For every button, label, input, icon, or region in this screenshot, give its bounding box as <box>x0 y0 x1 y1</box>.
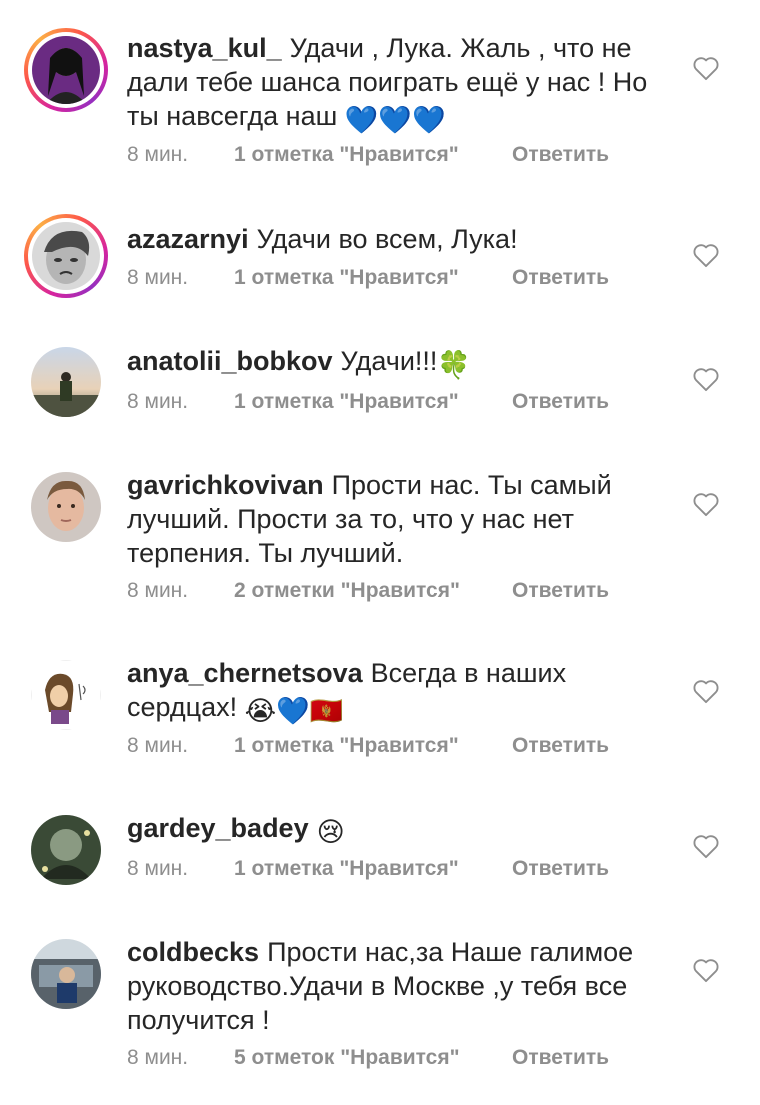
comment-time: 8 мин. <box>127 390 189 413</box>
comment-body: Удачи во всем, Лука! <box>256 224 518 254</box>
reply-button[interactable]: Ответить <box>512 857 609 881</box>
avatar <box>31 815 101 885</box>
comment-text: gardey_badey 😢 <box>127 811 672 849</box>
avatar <box>32 36 100 104</box>
comment-likes[interactable]: 5 отметок "Нравится" <box>234 1046 512 1070</box>
heart-outline-icon[interactable] <box>692 957 720 983</box>
emoji: 💙💙💙 <box>344 105 446 135</box>
comment-meta: 8 мин. 1 отметка "Нравится" Ответить <box>127 266 609 290</box>
avatar-wrapper[interactable] <box>24 653 108 737</box>
heart-outline-icon[interactable] <box>692 55 720 81</box>
avatar <box>31 939 101 1009</box>
comment-likes[interactable]: 1 отметка "Нравится" <box>234 857 512 881</box>
emoji: 😭💙🇲🇪 <box>244 696 344 726</box>
reply-button[interactable]: Ответить <box>512 734 609 758</box>
comment-meta: 8 мин. 5 отметок "Нравится" Ответить <box>127 1046 609 1070</box>
avatar <box>32 222 100 290</box>
reply-button[interactable]: Ответить <box>512 1046 609 1070</box>
avatar-story-ring[interactable] <box>24 28 108 112</box>
comment-text: anatolii_bobkov Удачи!!!🍀 <box>127 344 672 382</box>
comment-meta: 8 мин. 1 отметка "Нравится" Ответить <box>127 390 609 414</box>
comment-text: gavrichkovivan Прости нас. Ты самый лучши… <box>127 468 672 570</box>
comment-meta: 8 мин. 2 отметки "Нравится" Ответить <box>127 579 609 603</box>
comment-likes[interactable]: 1 отметка "Нравится" <box>234 266 512 290</box>
comment-username[interactable]: anatolii_bobkov <box>127 346 333 376</box>
comment-likes[interactable]: 1 отметка "Нравится" <box>234 143 512 167</box>
avatar-wrapper[interactable] <box>24 340 108 424</box>
comment-username[interactable]: nastya_kul_ <box>127 33 282 63</box>
comment-meta: 8 мин. 1 отметка "Нравится" Ответить <box>127 857 609 881</box>
comment-meta: 8 мин. 1 отметка "Нравится" Ответить <box>127 143 609 167</box>
comment-likes[interactable]: 1 отметка "Нравится" <box>234 390 512 414</box>
heart-outline-icon[interactable] <box>692 242 720 268</box>
comment-text: anya_chernetsova Всегда в наших сердцах! … <box>127 656 672 728</box>
heart-outline-icon[interactable] <box>692 491 720 517</box>
comment-username[interactable]: anya_chernetsova <box>127 658 363 688</box>
comment-username[interactable]: gardey_badey <box>127 813 309 843</box>
comment-time: 8 мин. <box>127 579 189 602</box>
comment-time: 8 мин. <box>127 266 189 289</box>
reply-button[interactable]: Ответить <box>512 143 609 167</box>
avatar <box>31 660 101 730</box>
heart-outline-icon[interactable] <box>692 678 720 704</box>
comment-time: 8 мин. <box>127 734 189 757</box>
comment-text: azazarnyi Удачи во всем, Лука! <box>127 222 672 256</box>
comment-body: Удачи!!! <box>340 346 438 376</box>
comment-likes[interactable]: 2 отметки "Нравится" <box>234 579 512 603</box>
reply-button[interactable]: Ответить <box>512 390 609 414</box>
reply-button[interactable]: Ответить <box>512 579 609 603</box>
comment-time: 8 мин. <box>127 1046 189 1069</box>
comment-likes[interactable]: 1 отметка "Нравится" <box>234 734 512 758</box>
comment-text: nastya_kul_ Удачи , Лука. Жаль , что не д… <box>127 31 672 137</box>
emoji: 😢 <box>316 817 345 847</box>
emoji: 🍀 <box>437 350 472 380</box>
comment-time: 8 мин. <box>127 857 189 880</box>
avatar <box>31 347 101 417</box>
comment-username[interactable]: coldbecks <box>127 937 259 967</box>
comment-time: 8 мин. <box>127 143 189 166</box>
avatar <box>31 472 101 542</box>
avatar-wrapper[interactable] <box>24 932 108 1016</box>
comment-meta: 8 мин. 1 отметка "Нравится" Ответить <box>127 734 609 758</box>
heart-outline-icon[interactable] <box>692 833 720 859</box>
comment-username[interactable]: azazarnyi <box>127 224 249 254</box>
comment-username[interactable]: gavrichkovivan <box>127 470 324 500</box>
avatar-wrapper[interactable] <box>24 808 108 892</box>
avatar-wrapper[interactable] <box>24 465 108 549</box>
heart-outline-icon[interactable] <box>692 366 720 392</box>
avatar-story-ring[interactable] <box>24 214 108 298</box>
reply-button[interactable]: Ответить <box>512 266 609 290</box>
comment-text: coldbecks Прости нас,за Наше галимое руко… <box>127 935 672 1037</box>
